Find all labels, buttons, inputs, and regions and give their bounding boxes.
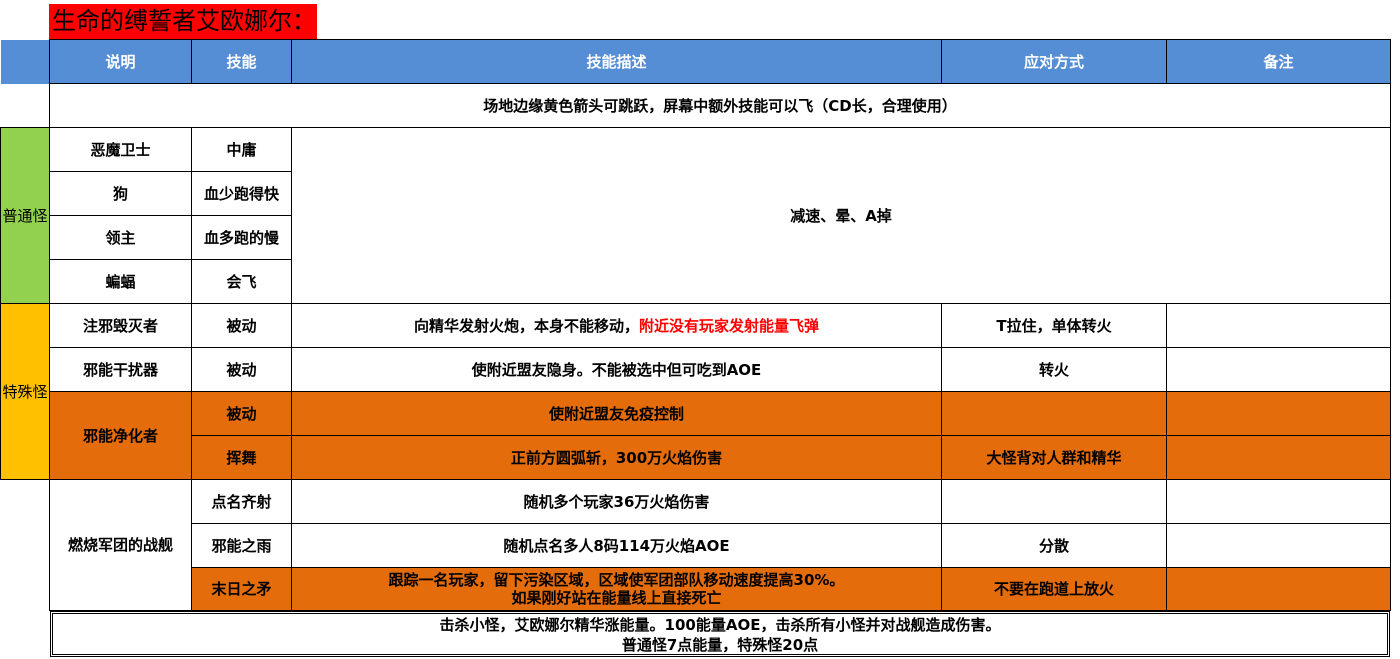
header-row: 说明 技能 技能描述 应对方式 备注 <box>0 39 1391 84</box>
boss-strategy-table: 说明 技能 技能描述 应对方式 备注 场地边缘黄色箭头可跳跃，屏幕中额外技能可以… <box>0 39 1391 611</box>
counter-cell[interactable]: T拉住，单体转火 <box>941 303 1167 348</box>
mob-skill[interactable]: 会飞 <box>191 259 292 304</box>
intro-row: 场地边缘黄色箭头可跳跃，屏幕中额外技能可以飞（CD长，合理使用） <box>0 83 1391 128</box>
group-label-normal[interactable]: 普通怪 <box>0 127 50 304</box>
note-cell[interactable] <box>1166 435 1391 480</box>
note-cell[interactable] <box>1166 479 1391 524</box>
mob-name[interactable]: 蝙蝠 <box>49 259 192 304</box>
mob-skill[interactable]: 中庸 <box>191 127 292 172</box>
mob-skill[interactable]: 被动 <box>191 347 292 392</box>
mob-skill[interactable]: 末日之矛 <box>191 567 292 611</box>
mob-skill[interactable]: 血多跑的慢 <box>191 215 292 260</box>
counter-cell[interactable] <box>941 479 1167 524</box>
table-row: 特殊怪 注邪毁灭者 被动 向精华发射火炮，本身不能移动，附近没有玩家发射能量飞弹… <box>0 303 1391 480</box>
mob-name[interactable]: 注邪毁灭者 <box>49 303 192 348</box>
intro-note[interactable]: 场地边缘黄色箭头可跳跃，屏幕中额外技能可以飞（CD长，合理使用） <box>49 83 1391 128</box>
counter-cell[interactable] <box>941 391 1167 436</box>
counter-cell[interactable]: 分散 <box>941 523 1167 568</box>
skill-description[interactable]: 向精华发射火炮，本身不能移动，附近没有玩家发射能量飞弹 <box>291 303 942 348</box>
counter-cell[interactable]: 转火 <box>941 347 1167 392</box>
skill-description[interactable]: 随机点名多人8码114万火焰AOE <box>291 523 942 568</box>
skill-description[interactable]: 跟踪一名玩家，留下污染区域，区域使军团部队移动速度提高30%。 如果刚好站在能量… <box>291 567 942 611</box>
page-title: 生命的缚誓者艾欧娜尔： <box>49 4 317 39</box>
desc-line-2: 如果刚好站在能量线上直接死亡 <box>511 589 722 607</box>
skill-description[interactable]: 随机多个玩家36万火焰伤害 <box>291 479 942 524</box>
mob-name[interactable]: 领主 <box>49 215 192 260</box>
intro-blank <box>0 83 50 128</box>
skill-description[interactable]: 使附近盟友免疫控制 <box>291 391 942 436</box>
warship-blank <box>0 479 50 611</box>
note-cell[interactable] <box>1166 347 1391 392</box>
mob-name[interactable]: 邪能干扰器 <box>49 347 192 392</box>
note-cell[interactable] <box>1166 567 1391 611</box>
mob-skill[interactable]: 血少跑得快 <box>191 171 292 216</box>
table-row: 挥舞 正前方圆弧斩，300万火焰伤害 大怪背对人群和精华 <box>1 435 1391 480</box>
footer-line-1: 击杀小怪，艾欧娜尔精华涨能量。100能量AOE，击杀所有小怪并对战舰造成伤害。 <box>439 616 1001 634</box>
skill-description[interactable]: 使附近盟友隐身。不能被选中但可吃到AOE <box>291 347 942 392</box>
mob-name[interactable]: 狗 <box>49 171 192 216</box>
note-cell[interactable] <box>1166 523 1391 568</box>
mob-skill[interactable]: 点名齐射 <box>191 479 292 524</box>
table-row: 邪能净化者 被动 使附近盟友免疫控制 <box>1 391 1391 480</box>
header-skill[interactable]: 技能 <box>191 39 292 84</box>
table-row: 邪能之雨 随机点名多人8码114万火焰AOE 分散 <box>1 523 1391 568</box>
table-row: 普通怪 恶魔卫士 中庸 减速、晕、A掉 <box>0 127 1391 304</box>
header-counter[interactable]: 应对方式 <box>941 39 1167 84</box>
mob-name[interactable]: 恶魔卫士 <box>49 127 192 172</box>
note-cell[interactable] <box>1166 391 1391 436</box>
header-skill-description[interactable]: 技能描述 <box>291 39 942 84</box>
table-row: 邪能干扰器 被动 使附近盟友隐身。不能被选中但可吃到AOE 转火 <box>1 347 1391 392</box>
mob-name[interactable]: 邪能净化者 <box>49 391 192 480</box>
normal-counter[interactable]: 减速、晕、A掉 <box>291 127 1391 304</box>
desc-line-1: 跟踪一名玩家，留下污染区域，区域使军团部队移动速度提高30%。 <box>388 571 845 589</box>
table-row: 燃烧军团的战舰 点名齐射 随机多个玩家36万火焰伤害 <box>0 479 1391 611</box>
energy-footer-note[interactable]: 击杀小怪，艾欧娜尔精华涨能量。100能量AOE，击杀所有小怪并对战舰造成伤害。 … <box>50 611 1390 657</box>
counter-cell[interactable]: 不要在跑道上放火 <box>941 567 1167 611</box>
mob-skill[interactable]: 挥舞 <box>191 435 292 480</box>
footer-line-2: 普通怪7点能量，特殊怪20点 <box>621 636 819 654</box>
desc-red-highlight: 附近没有玩家发射能量飞弹 <box>639 316 820 335</box>
group-label-special[interactable]: 特殊怪 <box>0 303 50 480</box>
header-note[interactable]: 备注 <box>1166 39 1391 84</box>
skill-description[interactable]: 正前方圆弧斩，300万火焰伤害 <box>291 435 942 480</box>
table-row: 末日之矛 跟踪一名玩家，留下污染区域，区域使军团部队移动速度提高30%。 如果刚… <box>1 567 1391 611</box>
mob-name[interactable]: 燃烧军团的战舰 <box>49 479 192 611</box>
mob-skill[interactable]: 被动 <box>191 391 292 436</box>
mob-skill[interactable]: 邪能之雨 <box>191 523 292 568</box>
desc-plain: 向精华发射火炮，本身不能移动， <box>413 316 639 335</box>
header-description[interactable]: 说明 <box>49 39 192 84</box>
mob-skill[interactable]: 被动 <box>191 303 292 348</box>
note-cell[interactable] <box>1166 303 1391 348</box>
counter-cell[interactable]: 大怪背对人群和精华 <box>941 435 1167 480</box>
corner-blank <box>0 39 50 84</box>
